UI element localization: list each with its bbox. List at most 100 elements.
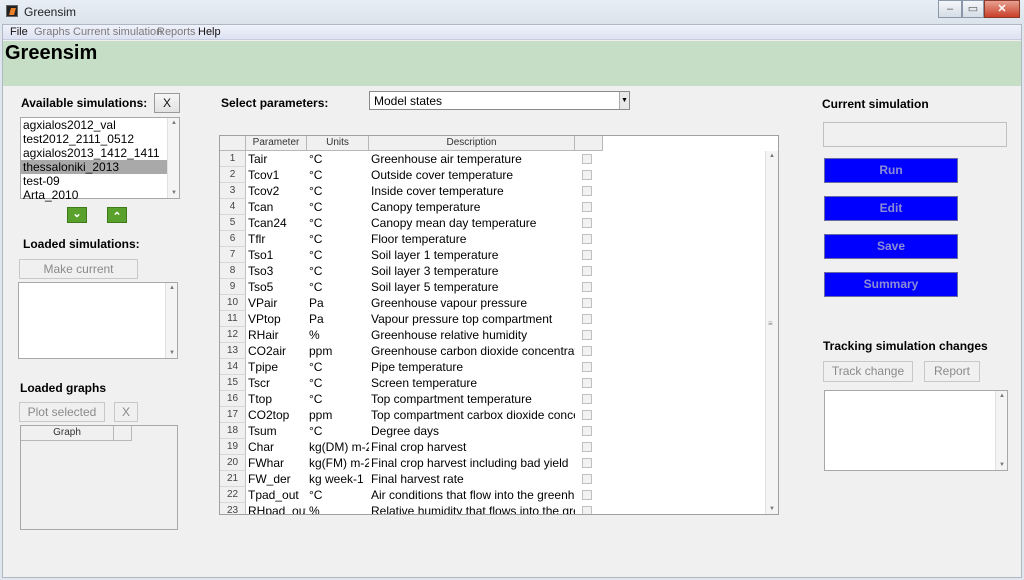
column-header-description[interactable]: Description <box>369 136 575 151</box>
select-checkbox[interactable] <box>582 218 592 228</box>
select-checkbox[interactable] <box>582 442 592 452</box>
menu-help[interactable]: Help <box>198 26 221 38</box>
row-number: 7 <box>220 247 246 263</box>
select-checkbox[interactable] <box>582 298 592 308</box>
minimize-button[interactable]: – <box>938 0 962 18</box>
remove-graph-button[interactable]: X <box>114 402 138 422</box>
scrollbar[interactable]: ▲ ▼ <box>167 118 179 198</box>
select-checkbox[interactable] <box>582 202 592 212</box>
move-down-button[interactable]: ⌄ <box>67 207 87 223</box>
run-button[interactable]: Run <box>824 158 958 183</box>
table-row[interactable]: 18 Tsum °C Degree days <box>220 423 767 439</box>
units-cell: ppm <box>309 344 333 358</box>
select-checkbox[interactable] <box>582 154 592 164</box>
column-header-parameter[interactable]: Parameter <box>246 136 307 151</box>
simulation-list-item[interactable]: test-09 <box>21 174 167 188</box>
description-cell: Canopy temperature <box>371 200 481 214</box>
summary-button[interactable]: Summary <box>824 272 958 297</box>
column-header-units[interactable]: Units <box>307 136 369 151</box>
scrollbar[interactable]: ▲ ▼ <box>995 391 1007 470</box>
track-change-button[interactable]: Track change <box>823 361 913 382</box>
select-checkbox[interactable] <box>582 490 592 500</box>
table-row[interactable]: 4 Tcan °C Canopy temperature <box>220 199 767 215</box>
units-cell: °C <box>309 488 323 502</box>
parameter-set-dropdown[interactable]: Model states ▼ <box>369 91 630 110</box>
row-number: 14 <box>220 359 246 375</box>
table-row[interactable]: 13 CO2air ppm Greenhouse carbon dioxide con… <box>220 343 767 359</box>
table-row[interactable]: 16 Ttop °C Top compartment temperature <box>220 391 767 407</box>
select-checkbox[interactable] <box>582 458 592 468</box>
report-button[interactable]: Report <box>924 361 980 382</box>
description-cell: Screen temperature <box>371 376 478 390</box>
select-checkbox[interactable] <box>582 362 592 372</box>
close-button[interactable]: ✕ <box>984 0 1020 18</box>
parameter-cell: Tso1 <box>248 248 274 262</box>
clear-simulations-button[interactable]: X <box>154 93 180 113</box>
menu-reports[interactable]: Reports <box>157 26 196 38</box>
table-row[interactable]: 1 Tair °C Greenhouse air temperature <box>220 151 767 167</box>
menu-current-simulation[interactable]: Current simulation <box>73 26 162 38</box>
parameters-table[interactable]: Parameter Units Description 1 Tair °C Green… <box>219 135 779 515</box>
select-checkbox[interactable] <box>582 410 592 420</box>
table-scrollbar[interactable]: ▲ ≡ ▼ <box>765 151 778 514</box>
column-header-select <box>575 136 603 151</box>
scrollbar[interactable]: ▲ ▼ <box>165 283 177 358</box>
simulation-list-item[interactable]: test2012_2111_0512 <box>21 132 167 146</box>
row-number: 5 <box>220 215 246 231</box>
table-row[interactable]: 12 RHair% Greenhouse relative humidity <box>220 327 767 343</box>
table-row[interactable]: 2 Tcov1 °C Outside cover temperature <box>220 167 767 183</box>
select-checkbox[interactable] <box>582 282 592 292</box>
select-checkbox[interactable] <box>582 250 592 260</box>
parameter-cell: Tcov1 <box>248 168 280 182</box>
select-checkbox[interactable] <box>582 506 592 514</box>
table-row[interactable]: 11 VPtop Pa Vapour pressure top compartment <box>220 311 767 327</box>
table-row[interactable]: 10 VPair Pa Greenhouse vapour pressure <box>220 295 767 311</box>
menu-graphs[interactable]: Graphs <box>34 26 70 38</box>
table-row[interactable]: 6 Tflr °C Floor temperature <box>220 231 767 247</box>
select-checkbox[interactable] <box>582 170 592 180</box>
simulation-list-item[interactable]: agxialos2012_val <box>21 118 167 132</box>
loaded-graphs-table[interactable]: Graph <box>20 425 178 530</box>
table-row[interactable]: 15 Tscr °C Screen temperature <box>220 375 767 391</box>
column-header-graph[interactable]: Graph <box>21 426 114 441</box>
select-checkbox[interactable] <box>582 314 592 324</box>
move-up-button[interactable]: ⌃ <box>107 207 127 223</box>
select-checkbox[interactable] <box>582 426 592 436</box>
tracking-list[interactable]: ▲ ▼ <box>824 390 1008 471</box>
plot-selected-button[interactable]: Plot selected <box>19 402 105 422</box>
select-checkbox[interactable] <box>582 346 592 356</box>
chevron-up-icon: ⌃ <box>112 211 122 223</box>
select-checkbox[interactable] <box>582 474 592 484</box>
select-checkbox[interactable] <box>582 234 592 244</box>
table-row[interactable]: 23 RHpad_out% Relative humidity that flows… <box>220 503 767 514</box>
edit-button[interactable]: Edit <box>824 196 958 221</box>
dropdown-arrow-icon[interactable]: ▼ <box>619 92 629 109</box>
available-simulations-list[interactable]: agxialos2012_val test2012_2111_0512 agxial… <box>20 117 180 202</box>
table-row[interactable]: 19 Char kg(DM) m-2 Final crop harvest <box>220 439 767 455</box>
select-checkbox[interactable] <box>582 394 592 404</box>
simulation-list-item[interactable]: thessaloniki_2013 <box>21 160 167 174</box>
table-row[interactable]: 9 Tso5 °C Soil layer 5 temperature <box>220 279 767 295</box>
select-checkbox[interactable] <box>582 378 592 388</box>
window-title: Greensim <box>24 5 77 19</box>
table-row[interactable]: 17 CO2top ppm Top compartment carbox dioxid… <box>220 407 767 423</box>
simulation-list-item[interactable]: Arta_2010 <box>21 188 167 202</box>
table-row[interactable]: 22 Tpad_out °C Air conditions that flow int… <box>220 487 767 503</box>
menu-file[interactable]: File <box>10 26 28 38</box>
save-button[interactable]: Save <box>824 234 958 259</box>
simulation-list-item[interactable]: agxialos2013_1412_1411 <box>21 146 167 160</box>
select-checkbox[interactable] <box>582 266 592 276</box>
table-row[interactable]: 21 FW_der kg week-1 Final harvest rate <box>220 471 767 487</box>
table-row[interactable]: 3 Tcov2 °C Inside cover temperature <box>220 183 767 199</box>
loaded-simulations-list[interactable]: ▲ ▼ <box>18 282 178 359</box>
make-current-button[interactable]: Make current <box>19 259 138 279</box>
select-checkbox[interactable] <box>582 186 592 196</box>
select-checkbox[interactable] <box>582 330 592 340</box>
description-cell: Greenhouse carbon dioxide concentrat... <box>371 344 575 358</box>
maximize-button[interactable]: ▭ <box>962 0 984 18</box>
table-row[interactable]: 14 Tpipe °C Pipe temperature <box>220 359 767 375</box>
table-row[interactable]: 8 Tso3 °C Soil layer 3 temperature <box>220 263 767 279</box>
table-row[interactable]: 7 Tso1 °C Soil layer 1 temperature <box>220 247 767 263</box>
table-row[interactable]: 20 FWhar kg(FM) m-2 Final crop harvest incl… <box>220 455 767 471</box>
table-row[interactable]: 5 Tcan24 °C Canopy mean day temperature <box>220 215 767 231</box>
